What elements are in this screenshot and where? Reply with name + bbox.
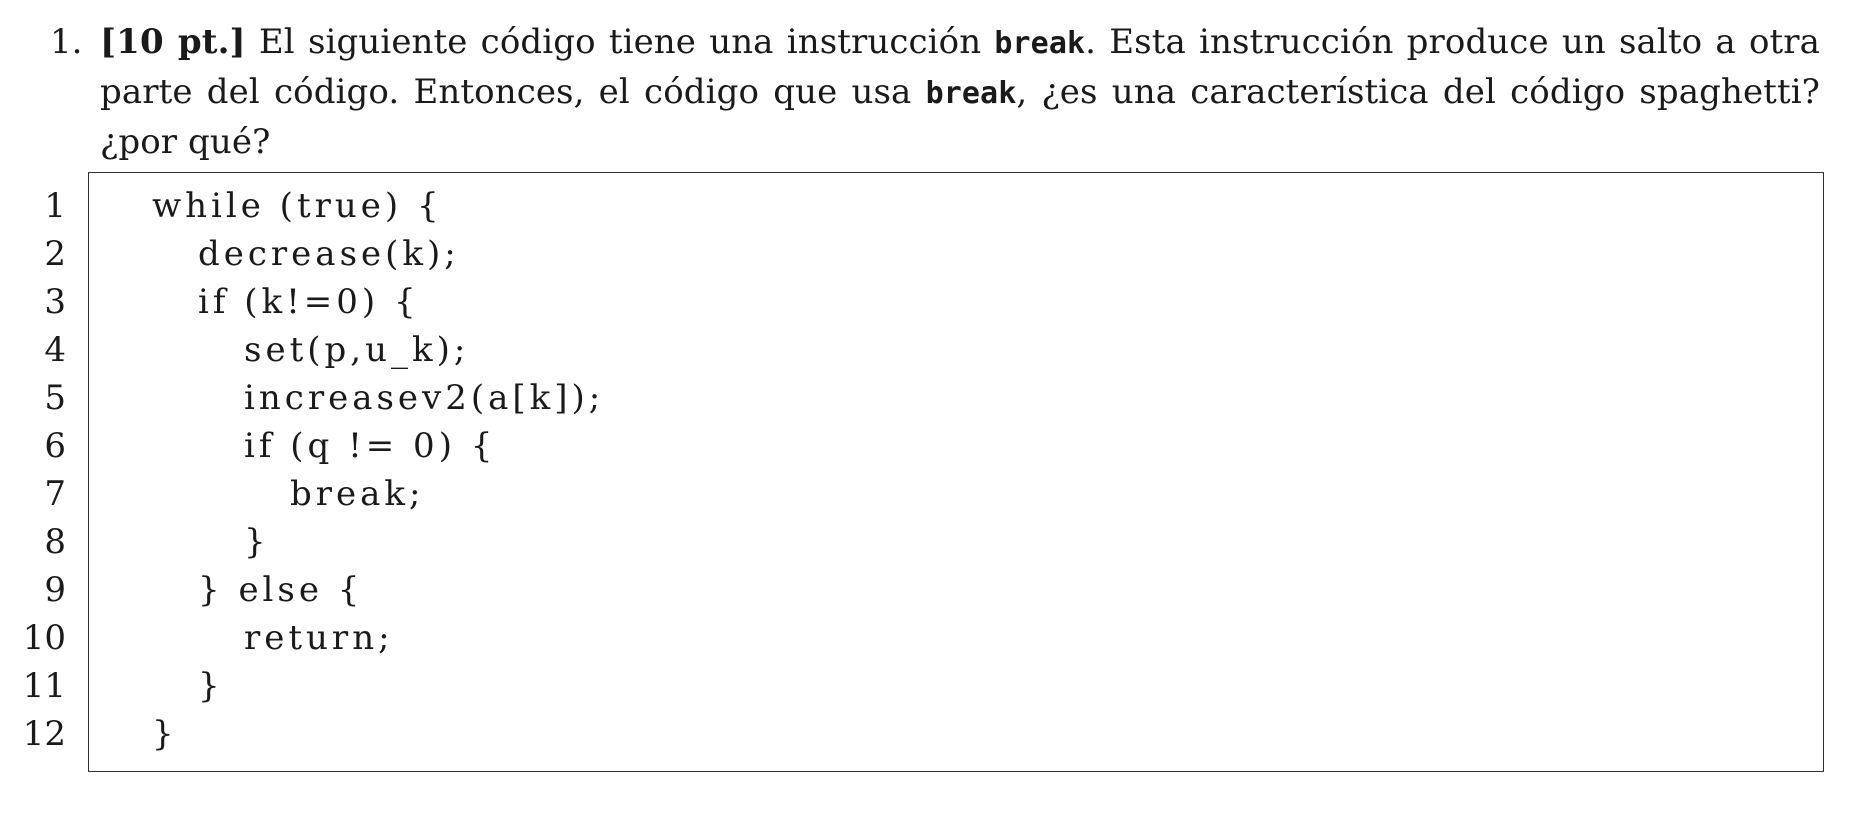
code-line: if (k!=0) {	[198, 282, 420, 322]
line-number: 9	[44, 570, 66, 610]
question-text: [10 pt.] El siguiente código tiene una i…	[100, 18, 1820, 166]
line-number: 11	[22, 666, 66, 706]
code-line: }	[244, 522, 270, 562]
code-line: set(p,u_k);	[244, 330, 470, 370]
code-line: decrease(k);	[198, 234, 460, 274]
line-number: 3	[44, 282, 66, 322]
line-number: 12	[22, 714, 66, 754]
code-line: increasev2(a[k]);	[244, 378, 605, 418]
line-number: 2	[44, 234, 66, 274]
question-keyword-2: break	[925, 76, 1017, 111]
question-number: 1.	[50, 22, 83, 62]
line-number: 1	[44, 186, 66, 226]
line-number: 10	[22, 618, 66, 658]
code-lines: while (true) { decrease(k); if (k!=0) { …	[152, 182, 604, 758]
code-line: return;	[244, 618, 394, 658]
question-text-part-1: El siguiente código tiene una instrucció…	[245, 22, 995, 62]
line-number: 6	[44, 426, 66, 466]
code-line: if (q != 0) {	[244, 426, 497, 466]
question-points: [10 pt.]	[100, 22, 246, 62]
code-line: while (true) {	[152, 186, 443, 226]
line-number: 8	[44, 522, 66, 562]
code-line: }	[198, 666, 224, 706]
code-line: }	[152, 714, 178, 754]
line-number: 7	[44, 474, 66, 514]
code-line: break;	[290, 474, 425, 514]
code-line: } else {	[198, 570, 364, 610]
question-keyword-1: break	[994, 26, 1086, 61]
line-number: 4	[44, 330, 66, 370]
line-numbers: 1 2 3 4 5 6 7 8 9 10 11 12	[10, 182, 66, 758]
line-number: 5	[44, 378, 66, 418]
